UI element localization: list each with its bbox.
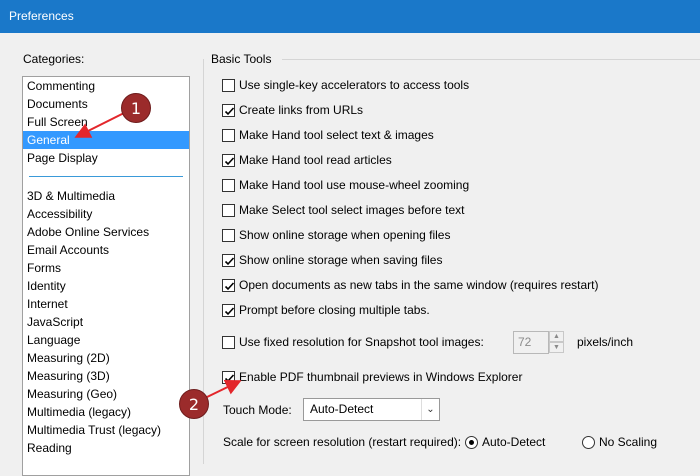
option-label: Make Hand tool select text & images (239, 128, 434, 142)
list-item-measuring-3d[interactable]: Measuring (3D) (23, 367, 189, 385)
option-open-new-tabs[interactable]: Open documents as new tabs in the same w… (222, 277, 599, 293)
option-label: Create links from URLs (239, 103, 364, 117)
option-label: Show online storage when opening files (239, 228, 451, 242)
window-title: Preferences (9, 9, 74, 23)
option-label: Enable PDF thumbnail previews in Windows… (239, 370, 523, 384)
list-item-page-display[interactable]: Page Display (23, 149, 189, 167)
option-snapshot-resolution[interactable]: Use fixed resolution for Snapshot tool i… (222, 334, 484, 350)
option-label: Show online storage when saving files (239, 253, 443, 267)
list-item-reading[interactable]: Reading (23, 439, 189, 457)
checkbox-snapshot-resolution[interactable] (222, 335, 235, 349)
list-item-documents[interactable]: Documents (23, 95, 189, 113)
option-storage-opening[interactable]: Show online storage when opening files (222, 227, 450, 243)
checkbox-thumbnail-previews[interactable] (222, 370, 235, 384)
option-label: Prompt before closing multiple tabs. (239, 303, 430, 317)
list-item-identity[interactable]: Identity (23, 277, 189, 295)
list-item-forms[interactable]: Forms (23, 259, 189, 277)
list-item-measuring-geo[interactable]: Measuring (Geo) (23, 385, 189, 403)
step-marker-1: 1 (121, 93, 151, 123)
radio-auto-detect[interactable]: Auto-Detect (465, 434, 545, 450)
option-label: Make Select tool select images before te… (239, 203, 465, 217)
group-border-top (282, 59, 700, 60)
radio-label: No Scaling (599, 435, 658, 449)
option-storage-saving[interactable]: Show online storage when saving files (222, 252, 442, 268)
option-hand-select-text[interactable]: Make Hand tool select text & images (222, 127, 434, 143)
option-prompt-closing-tabs[interactable]: Prompt before closing multiple tabs. (222, 302, 430, 318)
step-marker-2: 2 (179, 389, 209, 419)
touch-mode-value: Auto-Detect (310, 402, 374, 416)
list-item-3d-multimedia[interactable]: 3D & Multimedia (23, 187, 189, 205)
radio-label: Auto-Detect (482, 435, 546, 449)
radio-button-auto-detect[interactable] (465, 435, 478, 449)
list-item-full-screen[interactable]: Full Screen (23, 113, 189, 131)
list-item-language[interactable]: Language (23, 331, 189, 349)
option-label: Make Hand tool use mouse-wheel zooming (239, 178, 470, 192)
basic-tools-title: Basic Tools (211, 52, 272, 66)
option-single-key-accelerators[interactable]: Use single-key accelerators to access to… (222, 77, 469, 93)
list-item-accessibility[interactable]: Accessibility (23, 205, 189, 223)
checkbox-hand-read-articles[interactable] (222, 153, 235, 167)
checkbox-storage-saving[interactable] (222, 253, 235, 267)
checkbox-hand-select-text[interactable] (222, 128, 235, 142)
checkbox-prompt-closing-tabs[interactable] (222, 303, 235, 317)
categories-label: Categories: (23, 52, 85, 66)
radio-no-scaling[interactable]: No Scaling (582, 434, 657, 450)
option-hand-read-articles[interactable]: Make Hand tool read articles (222, 152, 392, 168)
option-label: Make Hand tool read articles (239, 153, 392, 167)
chevron-up-icon[interactable]: ▲ (549, 331, 564, 342)
touch-mode-select[interactable]: Auto-Detect ⌄ (303, 398, 440, 421)
option-thumbnail-previews[interactable]: Enable PDF thumbnail previews in Windows… (222, 369, 522, 385)
list-separator (29, 176, 183, 177)
list-item-adobe-online-services[interactable]: Adobe Online Services (23, 223, 189, 241)
categories-list[interactable]: Commenting Documents Full Screen General… (22, 76, 190, 476)
option-hand-wheel-zoom[interactable]: Make Hand tool use mouse-wheel zooming (222, 177, 469, 193)
list-item-commenting[interactable]: Commenting (23, 77, 189, 95)
checkbox-storage-opening[interactable] (222, 228, 235, 242)
option-label: Open documents as new tabs in the same w… (239, 278, 599, 292)
option-create-links[interactable]: Create links from URLs (222, 102, 363, 118)
list-item-javascript[interactable]: JavaScript (23, 313, 189, 331)
list-item-email-accounts[interactable]: Email Accounts (23, 241, 189, 259)
window-title-bar: Preferences (0, 0, 700, 33)
list-item-multimedia-legacy[interactable]: Multimedia (legacy) (23, 403, 189, 421)
snapshot-resolution-input[interactable]: 72 (513, 331, 549, 354)
checkbox-hand-wheel-zoom[interactable] (222, 178, 235, 192)
list-item-multimedia-trust-legacy[interactable]: Multimedia Trust (legacy) (23, 421, 189, 439)
checkbox-open-new-tabs[interactable] (222, 278, 235, 292)
scale-label: Scale for screen resolution (restart req… (223, 435, 462, 449)
list-item-internet[interactable]: Internet (23, 295, 189, 313)
list-item-measuring-2d[interactable]: Measuring (2D) (23, 349, 189, 367)
snapshot-resolution-stepper[interactable]: ▲ ▼ (549, 331, 564, 354)
option-label: Use single-key accelerators to access to… (239, 78, 470, 92)
chevron-down-icon[interactable]: ⌄ (421, 399, 439, 420)
chevron-down-icon[interactable]: ▼ (549, 342, 564, 353)
snapshot-unit-label: pixels/inch (577, 335, 634, 349)
option-label: Use fixed resolution for Snapshot tool i… (239, 335, 484, 349)
touch-mode-label: Touch Mode: (223, 403, 292, 417)
list-item-general[interactable]: General (23, 131, 189, 149)
checkbox-single-key-accelerators[interactable] (222, 78, 235, 92)
checkbox-select-images-first[interactable] (222, 203, 235, 217)
checkbox-create-links[interactable] (222, 103, 235, 117)
option-select-images-first[interactable]: Make Select tool select images before te… (222, 202, 464, 218)
radio-button-no-scaling[interactable] (582, 435, 595, 449)
